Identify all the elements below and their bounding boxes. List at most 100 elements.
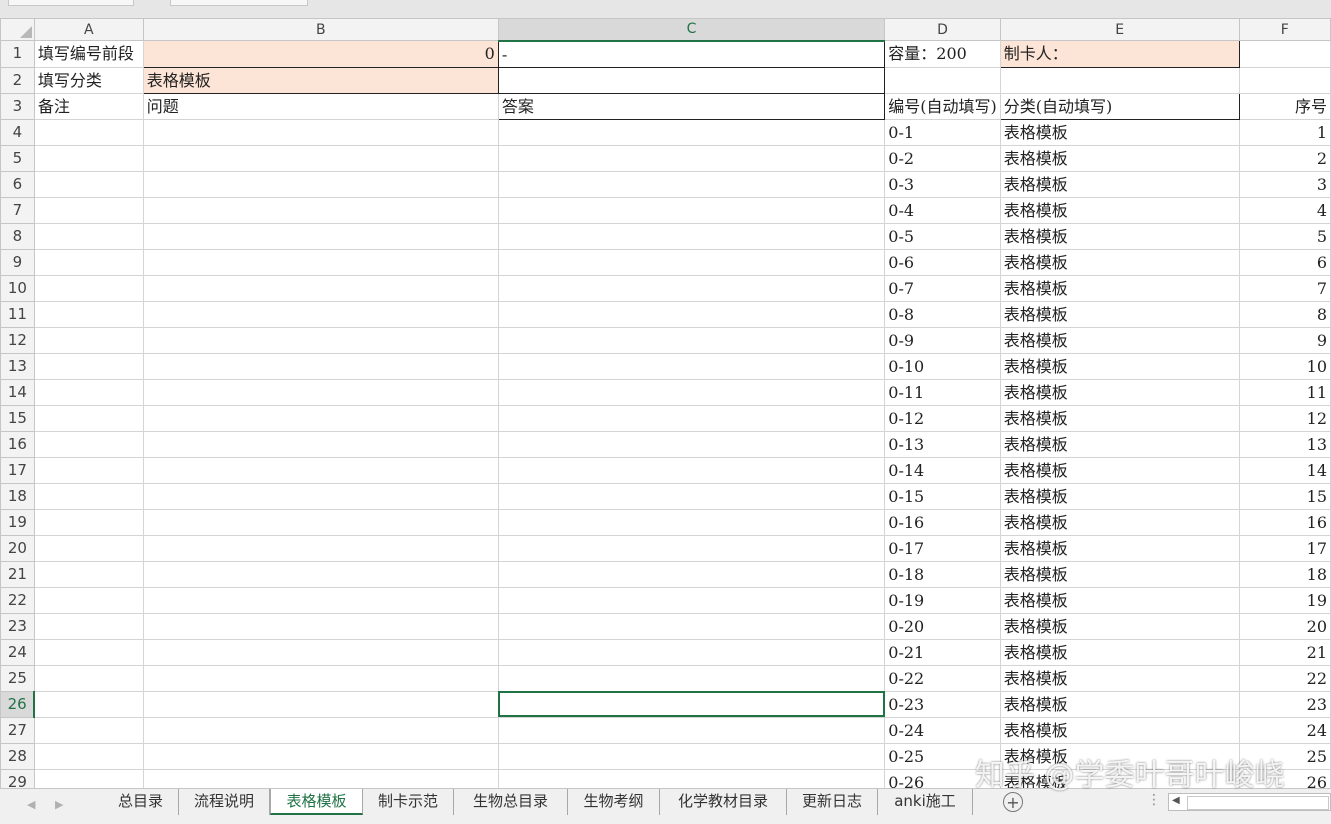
add-sheet-icon[interactable]: + — [1003, 792, 1023, 812]
cell-a11[interactable] — [33, 300, 144, 328]
cell-d19[interactable]: 0-16 — [884, 508, 1001, 536]
cell-d1[interactable]: 容量：200 — [884, 40, 1001, 68]
row-header[interactable]: 17 — [0, 456, 35, 484]
cell-a1[interactable]: 填写编号前段 — [33, 40, 144, 68]
sheet-tab-9[interactable]: anki施工 — [878, 789, 973, 815]
cell-d11[interactable]: 0-8 — [884, 300, 1001, 328]
row-header[interactable]: 4 — [0, 118, 35, 146]
scroll-left-arrow-icon[interactable]: ◀ — [1172, 795, 1180, 806]
cell-d8[interactable]: 0-5 — [884, 222, 1001, 250]
cell-f10[interactable]: 7 — [1238, 274, 1331, 302]
cell-e3[interactable]: 分类(自动填写) — [999, 92, 1240, 120]
row-header[interactable]: 25 — [0, 664, 35, 692]
cell-d10[interactable]: 0-7 — [884, 274, 1001, 302]
row-header[interactable]: 12 — [0, 326, 35, 354]
cell-e15[interactable]: 表格模板 — [999, 404, 1240, 432]
cell-f4[interactable]: 1 — [1238, 118, 1331, 146]
cell-e4[interactable]: 表格模板 — [999, 118, 1240, 146]
cell-f7[interactable]: 4 — [1238, 196, 1331, 224]
cell-e23[interactable]: 表格模板 — [999, 612, 1240, 640]
cell-e10[interactable]: 表格模板 — [999, 274, 1240, 302]
cell-c10[interactable] — [497, 274, 886, 302]
cell-f5[interactable]: 2 — [1238, 144, 1331, 172]
cell-a17[interactable] — [33, 456, 144, 484]
cell-c3[interactable]: 答案 — [497, 92, 886, 120]
cell-d13[interactable]: 0-10 — [884, 352, 1001, 380]
horizontal-scrollbar[interactable]: ◀ — [1168, 793, 1331, 811]
cell-b18[interactable] — [142, 482, 499, 510]
cell-c18[interactable] — [497, 482, 886, 510]
cell-d25[interactable]: 0-22 — [884, 664, 1001, 692]
sheet-tab-3[interactable]: 表格模板 — [270, 789, 363, 815]
cell-a12[interactable] — [33, 326, 144, 354]
cell-a9[interactable] — [33, 248, 144, 276]
cell-b27[interactable] — [142, 716, 499, 744]
column-header-e[interactable]: E — [999, 18, 1240, 41]
row-header[interactable]: 11 — [0, 300, 35, 328]
cell-b1[interactable]: 0 — [142, 40, 499, 68]
cell-f1[interactable] — [1238, 40, 1331, 68]
cell-f23[interactable]: 20 — [1238, 612, 1331, 640]
cell-b3[interactable]: 问题 — [142, 92, 499, 120]
cell-f27[interactable]: 24 — [1238, 716, 1331, 744]
row-header[interactable]: 22 — [0, 586, 35, 614]
cell-d9[interactable]: 0-6 — [884, 248, 1001, 276]
cell-d14[interactable]: 0-11 — [884, 378, 1001, 406]
cell-c16[interactable] — [497, 430, 886, 458]
cell-a27[interactable] — [33, 716, 144, 744]
cell-b26[interactable] — [142, 690, 499, 718]
cell-b20[interactable] — [142, 534, 499, 562]
cell-c29[interactable] — [497, 768, 886, 788]
cell-a15[interactable] — [33, 404, 144, 432]
cell-b12[interactable] — [142, 326, 499, 354]
cell-e22[interactable]: 表格模板 — [999, 586, 1240, 614]
column-header-d[interactable]: D — [884, 18, 1001, 41]
sheet-tab-8[interactable]: 更新日志 — [787, 789, 878, 815]
row-header[interactable]: 19 — [0, 508, 35, 536]
cell-e9[interactable]: 表格模板 — [999, 248, 1240, 276]
row-header[interactable]: 13 — [0, 352, 35, 380]
cell-d5[interactable]: 0-2 — [884, 144, 1001, 172]
cell-b7[interactable] — [142, 196, 499, 224]
column-header-a[interactable]: A — [33, 18, 144, 41]
cell-b17[interactable] — [142, 456, 499, 484]
cell-c20[interactable] — [497, 534, 886, 562]
cell-c25[interactable] — [497, 664, 886, 692]
cell-c6[interactable] — [497, 170, 886, 198]
cell-d3[interactable]: 编号(自动填写) — [884, 92, 1001, 120]
cell-e17[interactable]: 表格模板 — [999, 456, 1240, 484]
cell-c24[interactable] — [497, 638, 886, 666]
sheet-tab-4[interactable]: 制卡示范 — [363, 789, 454, 815]
cell-a14[interactable] — [33, 378, 144, 406]
cell-b28[interactable] — [142, 742, 499, 770]
cell-e13[interactable]: 表格模板 — [999, 352, 1240, 380]
cell-f22[interactable]: 19 — [1238, 586, 1331, 614]
cell-a19[interactable] — [33, 508, 144, 536]
cell-c15[interactable] — [497, 404, 886, 432]
cell-f16[interactable]: 13 — [1238, 430, 1331, 458]
cell-a22[interactable] — [33, 586, 144, 614]
row-header[interactable]: 9 — [0, 248, 35, 276]
cell-b19[interactable] — [142, 508, 499, 536]
cell-f9[interactable]: 6 — [1238, 248, 1331, 276]
cell-d29[interactable]: 0-26 — [884, 768, 1001, 788]
cell-e26[interactable]: 表格模板 — [999, 690, 1240, 718]
cell-c2[interactable] — [497, 66, 886, 94]
cell-d7[interactable]: 0-4 — [884, 196, 1001, 224]
cell-d21[interactable]: 0-18 — [884, 560, 1001, 588]
cell-a23[interactable] — [33, 612, 144, 640]
cell-e21[interactable]: 表格模板 — [999, 560, 1240, 588]
cell-b6[interactable] — [142, 170, 499, 198]
cell-c21[interactable] — [497, 560, 886, 588]
prev-sheet-arrow-icon[interactable]: ◀ — [27, 798, 35, 811]
cell-f3[interactable]: 序号 — [1238, 92, 1331, 120]
row-header[interactable]: 27 — [0, 716, 35, 744]
cell-a26[interactable] — [33, 690, 144, 718]
cell-d4[interactable]: 0-1 — [884, 118, 1001, 146]
cell-b11[interactable] — [142, 300, 499, 328]
cell-e5[interactable]: 表格模板 — [999, 144, 1240, 172]
row-header[interactable]: 26 — [0, 690, 36, 718]
cell-a7[interactable] — [33, 196, 144, 224]
cell-c22[interactable] — [497, 586, 886, 614]
select-all-corner[interactable] — [0, 18, 35, 41]
